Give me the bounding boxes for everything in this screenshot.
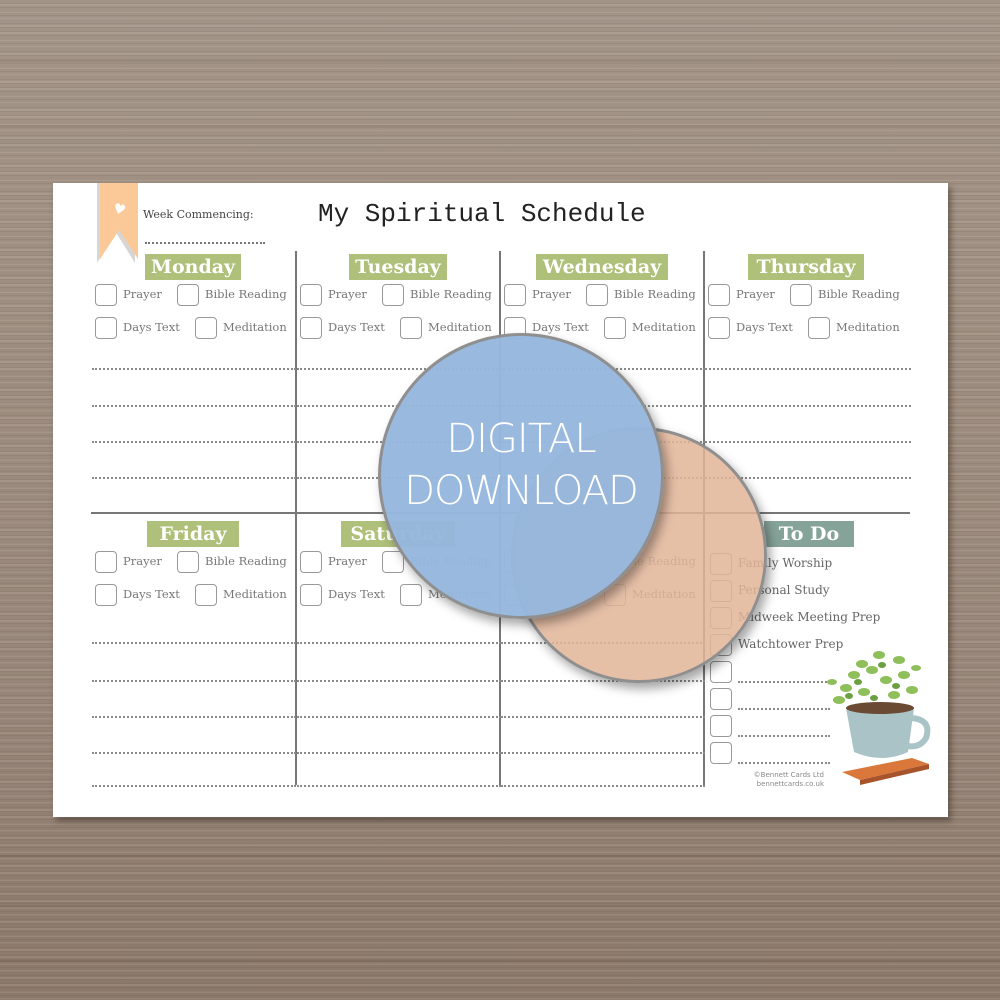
day-header-tuesday: Tuesday	[349, 254, 447, 280]
writing-line[interactable]	[92, 441, 296, 443]
checkbox-label: Prayer	[328, 287, 367, 301]
todo-item-label: Midweek Meeting Prep	[738, 610, 881, 624]
checkbox-label: Meditation	[428, 320, 492, 334]
checkbox-days-text[interactable]	[708, 317, 730, 339]
badge-text-line1: DIGITAL	[446, 416, 596, 462]
checkbox-label: Bible Reading	[205, 287, 287, 301]
day-header-wednesday: Wednesday	[536, 254, 668, 280]
badge-text-line2: DOWNLOAD	[404, 468, 639, 514]
day-header-monday: Monday	[145, 254, 241, 280]
writing-line[interactable]	[297, 716, 501, 718]
column-divider	[295, 251, 297, 513]
day-header-friday: Friday	[147, 521, 239, 547]
checkbox-days-text[interactable]	[300, 584, 322, 606]
writing-line[interactable]	[501, 752, 705, 754]
checkbox-meditation[interactable]	[195, 317, 217, 339]
wood-grain	[0, 905, 1000, 907]
checkbox-label: Days Text	[328, 587, 385, 601]
checkbox-meditation[interactable]	[400, 317, 422, 339]
checkbox-label: Days Text	[123, 587, 180, 601]
checkbox-prayer[interactable]	[300, 284, 322, 306]
writing-line[interactable]	[297, 785, 501, 787]
wood-grain	[0, 125, 1000, 127]
checkbox-label: Prayer	[123, 287, 162, 301]
website-text: bennettcards.co.uk	[756, 780, 824, 788]
writing-line[interactable]	[297, 752, 501, 754]
checkbox-label: Prayer	[123, 554, 162, 568]
todo-checkbox[interactable]	[710, 715, 732, 737]
checkbox-meditation[interactable]	[808, 317, 830, 339]
checkbox-label: Bible Reading	[410, 287, 492, 301]
checkbox-label: Days Text	[328, 320, 385, 334]
checkbox-label: Prayer	[532, 287, 571, 301]
checkbox-days-text[interactable]	[95, 317, 117, 339]
writing-line[interactable]	[92, 785, 296, 787]
checkbox-label: Meditation	[632, 320, 696, 334]
checkbox-prayer[interactable]	[300, 551, 322, 573]
wood-grain	[0, 960, 1000, 962]
checkbox-label: Prayer	[736, 287, 775, 301]
week-commencing-field[interactable]	[145, 242, 265, 244]
week-commencing-label: Week Commencing:	[143, 208, 254, 221]
checkbox-days-text[interactable]	[95, 584, 117, 606]
checkbox-days-text[interactable]	[300, 317, 322, 339]
checkbox-label: Meditation	[223, 587, 287, 601]
checkbox-label: Meditation	[223, 320, 287, 334]
digital-download-badge: DIGITAL DOWNLOAD	[378, 413, 664, 517]
checkbox-bible-reading[interactable]	[177, 284, 199, 306]
checkbox-label: Days Text	[123, 320, 180, 334]
writing-line[interactable]	[501, 716, 705, 718]
checkbox-prayer[interactable]	[95, 551, 117, 573]
checkbox-prayer[interactable]	[95, 284, 117, 306]
checkbox-label: Meditation	[836, 320, 900, 334]
todo-checkbox[interactable]	[710, 688, 732, 710]
writing-line[interactable]	[92, 477, 296, 479]
checkbox-label: Bible Reading	[614, 287, 696, 301]
checkbox-label: Days Text	[736, 320, 793, 334]
todo-header: To Do	[764, 521, 854, 547]
checkbox-bible-reading[interactable]	[790, 284, 812, 306]
checkbox-label: Prayer	[328, 554, 367, 568]
writing-line[interactable]	[297, 642, 501, 644]
writing-line[interactable]	[297, 680, 501, 682]
writing-line[interactable]	[92, 752, 296, 754]
todo-checkbox[interactable]	[710, 661, 732, 683]
writing-line[interactable]	[92, 642, 296, 644]
wood-grain	[0, 855, 1000, 857]
checkbox-label: Days Text	[532, 320, 589, 334]
checkbox-label: Bible Reading	[205, 554, 287, 568]
plant-teacup-illustration	[827, 651, 931, 785]
day-header-thursday: Thursday	[748, 254, 864, 280]
writing-line[interactable]	[92, 368, 296, 370]
writing-line[interactable]	[501, 785, 705, 787]
checkbox-meditation[interactable]	[604, 317, 626, 339]
page-title: My Spiritual Schedule	[318, 199, 646, 229]
checkbox-bible-reading[interactable]	[586, 284, 608, 306]
todo-writing-line[interactable]	[738, 735, 830, 737]
writing-line[interactable]	[501, 680, 705, 682]
checkbox-label: Bible Reading	[818, 287, 900, 301]
checkbox-bible-reading[interactable]	[382, 284, 404, 306]
writing-line[interactable]	[92, 405, 296, 407]
checkbox-meditation[interactable]	[400, 584, 422, 606]
writing-line[interactable]	[92, 680, 296, 682]
wood-grain	[0, 60, 1000, 62]
checkbox-bible-reading[interactable]	[177, 551, 199, 573]
writing-line[interactable]	[705, 405, 911, 407]
checkbox-prayer[interactable]	[504, 284, 526, 306]
todo-writing-line[interactable]	[738, 681, 830, 683]
todo-writing-line[interactable]	[738, 762, 830, 764]
writing-line[interactable]	[705, 368, 911, 370]
writing-line[interactable]	[705, 441, 911, 443]
writing-line[interactable]	[92, 716, 296, 718]
checkbox-meditation[interactable]	[195, 584, 217, 606]
copyright-credit: ©Bennett Cards Ltd bennettcards.co.uk	[730, 771, 824, 789]
column-divider	[295, 513, 297, 785]
todo-checkbox[interactable]	[710, 742, 732, 764]
todo-writing-line[interactable]	[738, 708, 830, 710]
copyright-text: ©Bennett Cards Ltd	[753, 771, 824, 779]
checkbox-prayer[interactable]	[708, 284, 730, 306]
